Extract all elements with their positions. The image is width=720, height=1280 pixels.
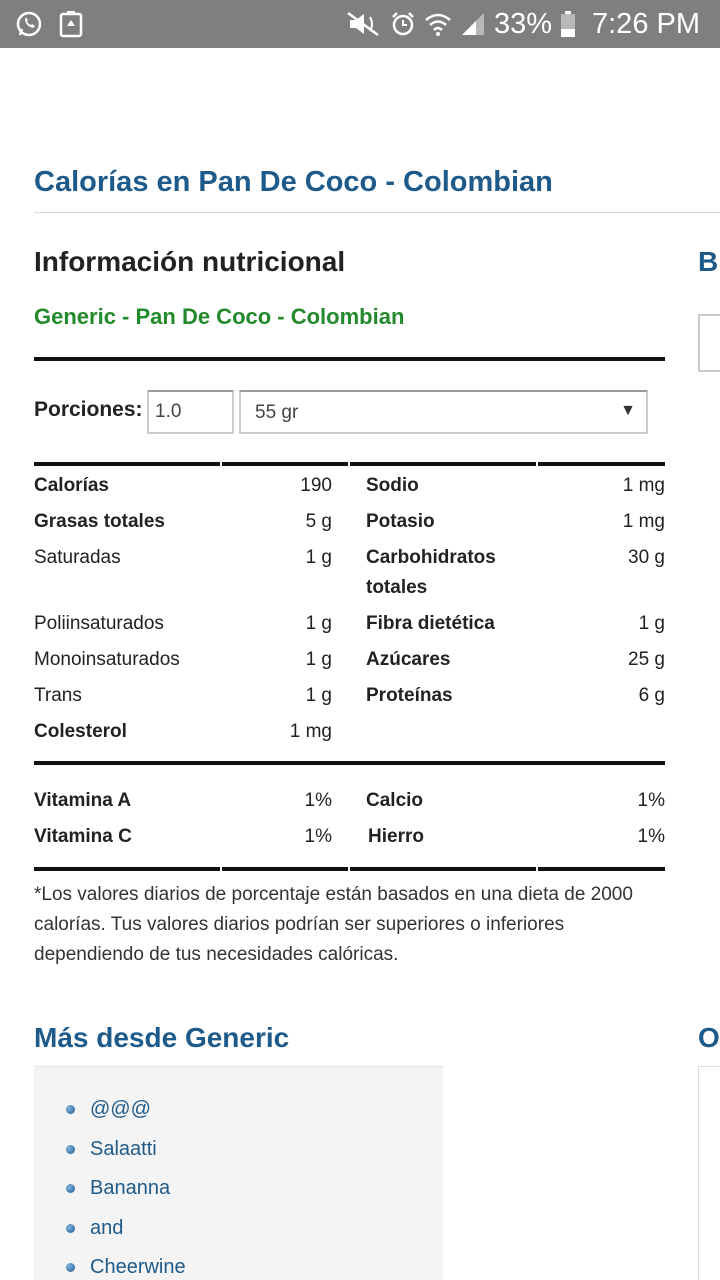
nutrient-label: Fibra dietética — [366, 613, 495, 634]
side-section-title-2: Ot — [698, 1022, 720, 1053]
list-item[interactable]: Cheerwine — [66, 1252, 186, 1280]
nutrient-value: 1 mg — [622, 511, 665, 532]
food-brand-subtitle[interactable]: Generic - Pan De Coco - Colombian — [34, 304, 404, 330]
vitamin-value: 1% — [304, 790, 332, 811]
side-section-title: Bu — [698, 246, 720, 277]
daily-value-disclaimer: *Los valores diarios de porcentaje están… — [34, 884, 633, 965]
bullet-icon — [66, 1263, 75, 1272]
vitamin-label: Vitamina C — [34, 826, 132, 847]
battery-icon — [561, 11, 575, 37]
nutrient-value: 190 — [300, 475, 332, 496]
nutrient-value: 5 g — [305, 511, 332, 532]
recycle-icon — [58, 10, 88, 38]
food-link[interactable]: Bananna — [90, 1173, 170, 1203]
list-item[interactable]: Salaatti — [66, 1134, 186, 1174]
bullet-icon — [66, 1144, 75, 1154]
nutrient-label: Trans — [34, 685, 82, 706]
page-title: Calorías en Pan De Coco - Colombian — [34, 166, 553, 198]
divider — [34, 761, 665, 765]
nutrient-value: 1 g — [305, 685, 332, 706]
food-link[interactable]: Salaatti — [90, 1134, 157, 1164]
nutrient-label: Poliinsaturados — [34, 613, 164, 634]
mute-icon — [347, 11, 379, 37]
nutrient-value: 30 g — [628, 547, 665, 568]
nutrient-label: Azúcares — [366, 649, 451, 670]
dropdown-arrow-icon: ▼ — [620, 402, 636, 419]
battery-percent: 33% — [493, 7, 552, 40]
clock: 7:26 PM — [592, 7, 700, 40]
mineral-label: Calcio — [366, 790, 424, 811]
list-item[interactable]: Bananna — [66, 1173, 186, 1213]
nutrient-value: 6 g — [638, 685, 665, 706]
mineral-value: 1% — [637, 790, 665, 811]
bullet-icon — [66, 1105, 75, 1114]
nutrient-value: 1 mg — [622, 475, 665, 496]
status-bar: 33% 7:26 PM — [0, 0, 720, 48]
title-divider — [34, 212, 720, 213]
nutrient-label: Colesterol — [34, 721, 127, 742]
serving-size-value: 55 gr — [255, 402, 299, 423]
list-item[interactable]: @@@ — [66, 1094, 186, 1134]
servings-label: Porciones: — [34, 398, 143, 421]
divider — [34, 867, 665, 871]
mineral-value: 1% — [637, 826, 665, 847]
nutrient-label: Sodio — [366, 475, 419, 496]
mineral-label: Hierro — [368, 826, 424, 847]
nutrient-value: 1 g — [305, 613, 332, 634]
nutrient-label: Monoinsaturados — [34, 649, 180, 670]
divider — [34, 357, 665, 361]
vitamin-label: Vitamina A — [34, 790, 132, 811]
serving-size-select[interactable]: 55 gr ▼ — [239, 390, 648, 434]
more-from-brand-list: @@@ Salaatti Bananna and Cheerwine — [66, 1094, 186, 1280]
servings-quantity-input[interactable] — [147, 390, 234, 434]
wifi-icon — [425, 13, 451, 36]
nutrient-label: Carbohidratos totales — [366, 547, 496, 598]
food-link[interactable]: and — [90, 1213, 123, 1243]
more-from-brand-title: Más desde Generic — [34, 1022, 290, 1053]
nutrition-section-title: Información nutricional — [34, 246, 346, 277]
bullet-icon — [66, 1184, 75, 1193]
bullet-icon — [66, 1223, 75, 1233]
side-search-input[interactable] — [698, 314, 720, 372]
nutrient-value: 1 mg — [289, 721, 332, 742]
nutrient-label: Grasas totales — [34, 511, 165, 532]
vitamin-value: 1% — [304, 826, 332, 847]
nutrient-label: Potasio — [366, 511, 435, 532]
nutrient-label: Saturadas — [34, 547, 121, 568]
divider — [34, 462, 665, 466]
whatsapp-icon — [14, 10, 44, 38]
list-item[interactable]: and — [66, 1213, 186, 1253]
alarm-icon — [392, 12, 414, 36]
nutrient-value: 1 g — [638, 613, 665, 634]
food-link[interactable]: Cheerwine — [90, 1252, 186, 1280]
nutrient-value: 1 g — [305, 649, 332, 670]
nutrient-label: Calorías — [34, 475, 109, 496]
nutrient-label: Proteínas — [366, 685, 453, 706]
side-panel — [698, 1066, 720, 1280]
nutrient-value: 25 g — [628, 649, 665, 670]
food-link[interactable]: @@@ — [90, 1094, 151, 1124]
signal-icon — [461, 13, 484, 35]
nutrient-value: 1 g — [305, 547, 332, 568]
